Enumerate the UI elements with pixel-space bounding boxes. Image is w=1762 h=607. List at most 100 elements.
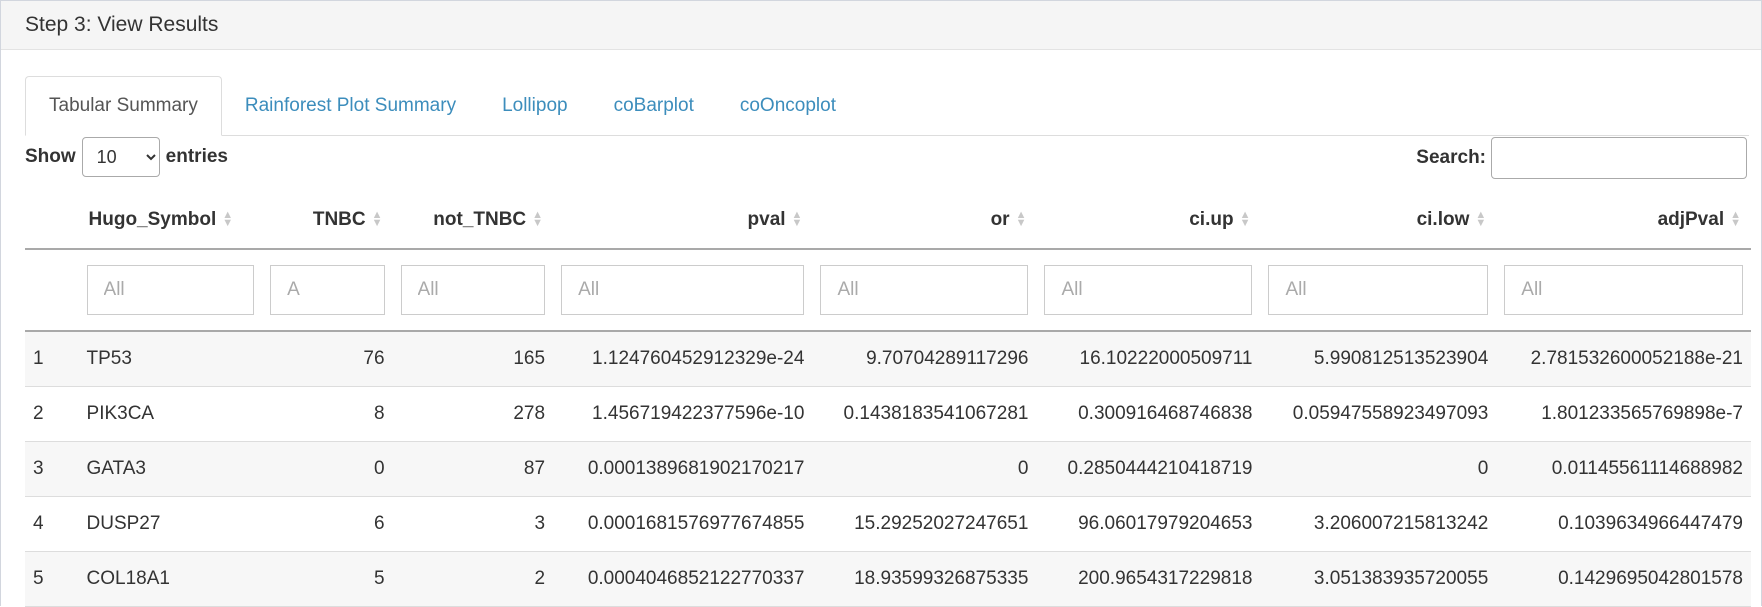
cell-ci-low: 3.206007215813242 [1260, 496, 1497, 552]
col-header-index [25, 191, 79, 250]
cell-ci-low: 3.051383935720055 [1260, 551, 1497, 607]
col-header-not-tnbc[interactable]: not_TNBC ▲ ▼ [392, 191, 554, 250]
col-label: pval [747, 208, 786, 230]
cell-index: 4 [25, 496, 79, 552]
sort-icon: ▲ ▼ [1475, 209, 1487, 230]
cell-hugo-symbol: DUSP27 [78, 496, 263, 552]
cell-index: 1 [25, 331, 79, 387]
cell-not-tnbc: 278 [392, 386, 554, 442]
table-row[interactable]: 3 GATA3 0 87 0.0001389681902170217 0 0.2… [25, 441, 1751, 497]
search-control: Search: [1416, 135, 1747, 181]
filter-cell [1496, 249, 1751, 332]
filter-cell [812, 249, 1037, 332]
cell-not-tnbc: 87 [392, 441, 554, 497]
cell-or: 18.93599326875335 [812, 551, 1037, 607]
filter-ci-low-input[interactable] [1268, 265, 1489, 315]
cell-ci-up: 96.06017979204653 [1036, 496, 1261, 552]
col-header-tnbc[interactable]: TNBC ▲ ▼ [262, 191, 393, 250]
filter-ci-up-input[interactable] [1044, 265, 1253, 315]
sort-icon: ▲ ▼ [371, 209, 383, 230]
cell-ci-low: 0.05947558923497093 [1260, 386, 1497, 442]
cell-index: 5 [25, 551, 79, 607]
col-label: Hugo_Symbol [88, 208, 217, 230]
filter-cell [1260, 249, 1497, 332]
table-row[interactable]: 4 DUSP27 6 3 0.0001681576977674855 15.29… [25, 496, 1751, 552]
show-label: Show [25, 146, 76, 167]
col-label: ci.low [1416, 208, 1470, 230]
cell-or: 0 [812, 441, 1037, 497]
tab-tabular-summary[interactable]: Tabular Summary [25, 76, 222, 136]
filter-not-tnbc-input[interactable] [400, 265, 546, 315]
cell-tnbc: 8 [262, 386, 393, 442]
filter-hugo-symbol-input[interactable] [86, 265, 255, 315]
sort-icon: ▲ ▼ [1239, 209, 1251, 230]
col-label: or [990, 208, 1010, 230]
filter-adjpval-input[interactable] [1504, 265, 1743, 315]
sort-icon: ▲ ▼ [532, 209, 544, 230]
cell-or: 0.1438183541067281 [812, 386, 1037, 442]
cell-ci-low: 0 [1260, 441, 1497, 497]
sort-icon: ▲ ▼ [791, 209, 803, 230]
filter-tnbc-input[interactable] [270, 265, 385, 315]
entries-length-control: Show 10 entries [25, 136, 228, 178]
cell-ci-low: 5.990812513523904 [1260, 331, 1497, 387]
table-row[interactable]: 2 PIK3CA 8 278 1.456719422377596e-10 0.1… [25, 386, 1751, 442]
sort-icon: ▲ ▼ [1015, 209, 1027, 230]
entries-select[interactable]: 10 [81, 137, 160, 177]
tab-rainforest-plot-summary[interactable]: Rainforest Plot Summary [222, 77, 479, 135]
box-header: Step 3: View Results [1, 1, 1761, 50]
filter-pval-input[interactable] [561, 265, 805, 315]
results-box: Step 3: View Results Tabular Summary Rai… [0, 0, 1762, 607]
cell-index: 3 [25, 441, 79, 497]
cell-or: 9.70704289117296 [812, 331, 1037, 387]
results-tabs: Tabular Summary Rainforest Plot Summary … [25, 75, 1749, 136]
sort-icon: ▲ ▼ [1730, 209, 1741, 230]
col-header-pval[interactable]: pval ▲ ▼ [553, 191, 813, 250]
results-table: Hugo_Symbol ▲ ▼ TNBC ▲ ▼ not_TNBC ▲ ▼ pval ▲ ▼ o… [25, 191, 1751, 607]
cell-adjpval: 0.1039634966447479 [1496, 496, 1751, 552]
tab-cobarplot[interactable]: coBarplot [591, 77, 717, 135]
cell-pval: 0.0004046852122770337 [553, 551, 813, 607]
cell-adjpval: 0.01145561114688982 [1496, 441, 1751, 497]
col-header-hugo-symbol[interactable]: Hugo_Symbol ▲ ▼ [78, 191, 263, 250]
table-row[interactable]: 1 TP53 76 165 1.124760452912329e-24 9.70… [25, 331, 1751, 387]
header-row: Hugo_Symbol ▲ ▼ TNBC ▲ ▼ not_TNBC ▲ ▼ pval ▲ ▼ o… [25, 191, 1751, 250]
filter-row [25, 249, 1751, 332]
cell-ci-up: 0.300916468746838 [1036, 386, 1261, 442]
tab-cooncoplot[interactable]: coOncoplot [717, 77, 859, 135]
table-row[interactable]: 5 COL18A1 5 2 0.0004046852122770337 18.9… [25, 551, 1751, 607]
cell-tnbc: 6 [262, 496, 393, 552]
tab-lollipop[interactable]: Lollipop [479, 77, 591, 135]
cell-not-tnbc: 3 [392, 496, 554, 552]
cell-hugo-symbol: PIK3CA [78, 386, 263, 442]
search-label: Search: [1416, 147, 1486, 168]
cell-adjpval: 2.781532600052188e-21 [1496, 331, 1751, 387]
filter-cell [392, 249, 554, 332]
cell-index: 2 [25, 386, 79, 442]
col-label: TNBC [312, 208, 366, 230]
cell-ci-up: 0.2850444210418719 [1036, 441, 1261, 497]
filter-cell [553, 249, 813, 332]
cell-pval: 1.456719422377596e-10 [553, 386, 813, 442]
col-header-or[interactable]: or ▲ ▼ [812, 191, 1037, 250]
col-header-ci-up[interactable]: ci.up ▲ ▼ [1036, 191, 1261, 250]
cell-tnbc: 76 [262, 331, 393, 387]
col-header-ci-low[interactable]: ci.low ▲ ▼ [1260, 191, 1497, 250]
cell-ci-up: 16.10222000509711 [1036, 331, 1261, 387]
cell-adjpval: 1.801233565769898e-7 [1496, 386, 1751, 442]
cell-ci-up: 200.9654317229818 [1036, 551, 1261, 607]
cell-hugo-symbol: COL18A1 [78, 551, 263, 607]
entries-label: entries [165, 146, 228, 167]
cell-hugo-symbol: TP53 [78, 331, 263, 387]
box-title: Step 3: View Results [25, 13, 219, 36]
filter-or-input[interactable] [820, 265, 1029, 315]
cell-tnbc: 5 [262, 551, 393, 607]
search-input[interactable] [1491, 137, 1747, 179]
filter-cell [78, 249, 263, 332]
cell-tnbc: 0 [262, 441, 393, 497]
filter-cell [1036, 249, 1261, 332]
sort-icon: ▲ ▼ [222, 209, 234, 230]
col-header-adjpval[interactable]: adjPval ▲ ▼ [1496, 191, 1751, 250]
cell-not-tnbc: 2 [392, 551, 554, 607]
cell-pval: 1.124760452912329e-24 [553, 331, 813, 387]
